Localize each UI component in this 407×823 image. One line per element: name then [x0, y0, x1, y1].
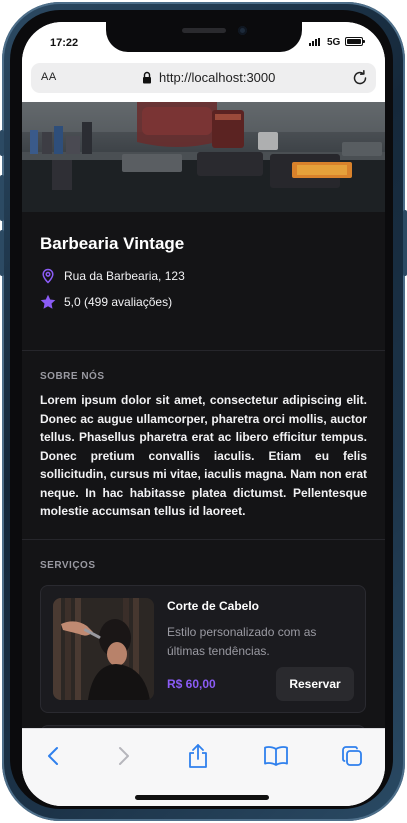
shop-rating: 5,0 (499 avaliações): [64, 295, 173, 309]
browser-toolbar: [22, 728, 385, 806]
bookmarks-button[interactable]: [261, 741, 291, 771]
text-size-button[interactable]: AA: [41, 71, 57, 83]
about-section: SOBRE NÓS Lorem ipsum dolor sit amet, co…: [22, 351, 385, 540]
share-button[interactable]: [183, 741, 213, 771]
shop-name: Barbearia Vintage: [40, 234, 185, 253]
services-title: SERVIÇOS: [40, 559, 96, 571]
status-bar: 17:22 5G: [22, 22, 385, 62]
shop-address: Rua da Barbearia, 123: [64, 269, 185, 283]
front-camera: [238, 26, 247, 35]
service-image: [53, 597, 154, 700]
side-button: [0, 175, 4, 221]
service-description: Estilo personalizado com as últimas tend…: [167, 624, 317, 658]
url-bar[interactable]: AA http://localhost:3000: [31, 63, 376, 93]
about-text: Lorem ipsum dolor sit amet, consectetur …: [40, 393, 367, 518]
reload-icon[interactable]: [351, 69, 369, 87]
about-title: SOBRE NÓS: [40, 371, 105, 382]
signal-icon: [309, 38, 320, 46]
map-pin-icon: [42, 268, 54, 284]
service-card: Corte de Cabelo Estilo personalizado com…: [40, 584, 366, 713]
status-time: 17:22: [50, 37, 79, 49]
back-button[interactable]: [38, 741, 68, 771]
lock-icon: [143, 71, 151, 84]
forward-button[interactable]: [109, 741, 139, 771]
phone-screen: 17:22 5G AA http://localhost:3000 Barbea…: [22, 22, 385, 806]
hero-illustration: [22, 102, 385, 212]
side-button: [0, 230, 4, 276]
hero-image: [22, 102, 385, 212]
battery-icon: [345, 37, 365, 46]
back-arrow-icon: [48, 747, 58, 765]
forward-arrow-icon: [119, 747, 129, 765]
tabs-icon: [342, 746, 362, 766]
rating-row: 5,0 (499 avaliações): [40, 294, 367, 310]
page-content: Barbearia Vintage Rua da Barbearia, 123 …: [22, 102, 385, 728]
side-button: [403, 210, 407, 276]
network-label: 5G: [327, 37, 341, 48]
side-button: [0, 130, 4, 156]
reserve-button[interactable]: Reservar: [276, 666, 354, 701]
home-indicator: [135, 795, 269, 800]
shop-header: Barbearia Vintage Rua da Barbearia, 123 …: [22, 212, 385, 351]
share-icon: [189, 744, 207, 768]
service-illustration: [53, 597, 154, 700]
service-name: Corte de Cabelo: [167, 598, 260, 613]
speaker-grille: [182, 28, 226, 33]
notch: [106, 22, 302, 52]
url-text[interactable]: http://localhost:3000: [159, 70, 275, 85]
address-row: Rua da Barbearia, 123: [40, 268, 367, 284]
star-icon: [40, 294, 56, 309]
tabs-button[interactable]: [337, 741, 367, 771]
services-section: SERVIÇOS Corte de Cabelo Estilo personal…: [22, 540, 385, 728]
bookmarks-icon: [264, 746, 288, 766]
service-price: R$ 60,00: [167, 676, 216, 691]
